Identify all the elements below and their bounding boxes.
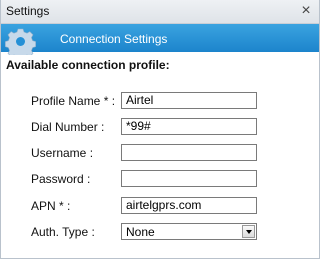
window-title: Settings — [6, 4, 50, 18]
dial-number-label: Dial Number : — [31, 120, 105, 134]
settings-window: Settings × Connection Settings Available… — [0, 0, 320, 259]
chevron-down-icon[interactable] — [242, 225, 255, 238]
section-header: Connection Settings — [1, 24, 319, 55]
dial-number-field[interactable]: *99# — [121, 118, 257, 135]
profile-name-field[interactable]: Airtel — [121, 92, 257, 109]
username-field[interactable] — [121, 144, 257, 161]
section-header-label: Connection Settings — [60, 32, 168, 46]
password-label: Password : — [31, 172, 91, 186]
auth-type-label: Auth. Type : — [31, 225, 95, 239]
apn-label: APN * : — [31, 199, 71, 213]
close-icon[interactable]: × — [297, 2, 315, 20]
auth-type-select[interactable]: None — [121, 223, 257, 240]
password-field[interactable] — [121, 170, 257, 187]
profile-section-title: Available connection profile: — [6, 58, 170, 72]
auth-type-value: None — [126, 225, 155, 239]
gear-icon — [5, 28, 36, 55]
profile-name-label: Profile Name * : — [31, 94, 116, 108]
title-bar: Settings × — [1, 0, 319, 24]
username-label: Username : — [31, 146, 94, 160]
apn-field[interactable]: airtelgprs.com — [121, 197, 257, 214]
